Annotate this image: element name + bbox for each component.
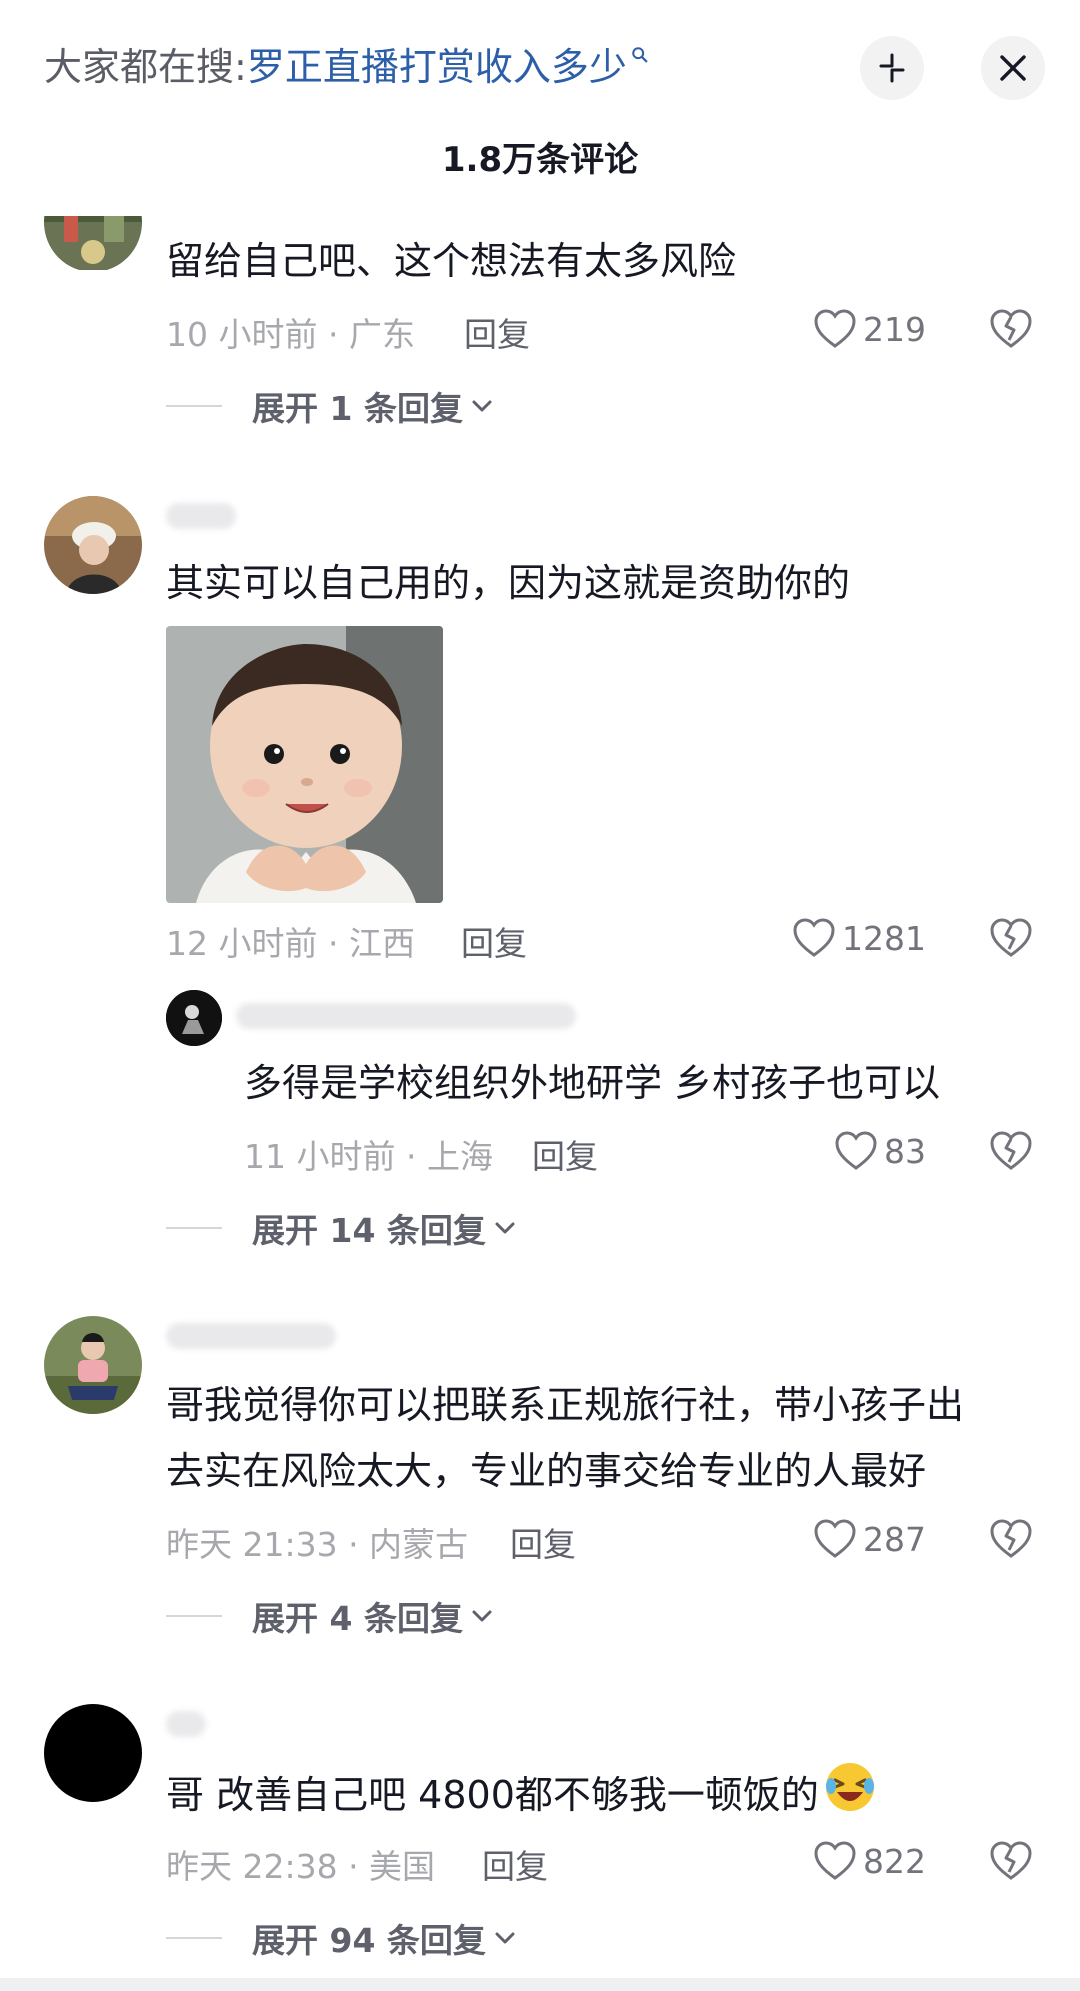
like-button[interactable]: 287 bbox=[780, 1514, 926, 1564]
like-button[interactable]: 83 bbox=[800, 1126, 926, 1176]
comment-text: 其实可以自己用的，因为这就是资助你的 bbox=[166, 561, 851, 605]
username[interactable] bbox=[166, 503, 236, 529]
heart-icon bbox=[835, 1131, 877, 1170]
chevron-down-icon bbox=[495, 1932, 515, 1944]
heart-icon bbox=[814, 1841, 856, 1880]
divider bbox=[166, 1615, 222, 1617]
comment-text: 哥 改善自己吧 4800都不够我一顿饭的 bbox=[166, 1760, 877, 1828]
chevron-down-icon bbox=[495, 1222, 515, 1234]
broken-heart-icon[interactable] bbox=[988, 915, 1034, 961]
avatar[interactable] bbox=[44, 496, 142, 594]
divider bbox=[166, 405, 222, 407]
avatar[interactable] bbox=[44, 1316, 142, 1414]
comment-text: 留给自己吧、这个想法有太多风险 bbox=[166, 239, 737, 283]
search-icon bbox=[632, 47, 648, 63]
like-button[interactable]: 822 bbox=[780, 1836, 926, 1886]
expand-label: 展开 4 条回复 bbox=[252, 1599, 463, 1638]
collapse-button[interactable] bbox=[860, 36, 924, 100]
username[interactable] bbox=[166, 1711, 206, 1737]
like-count: 1281 bbox=[842, 918, 926, 958]
username[interactable] bbox=[166, 1323, 336, 1349]
avatar-image bbox=[44, 1316, 142, 1414]
collapse-icon bbox=[879, 53, 905, 83]
comment-text: 哥我觉得你可以把联系正规旅行社，带小孩子出 bbox=[166, 1383, 965, 1427]
comment-meta: 昨天 21:33 · 内蒙古 bbox=[166, 1525, 469, 1564]
avatar[interactable] bbox=[166, 990, 222, 1046]
broken-heart-icon[interactable] bbox=[988, 1516, 1034, 1562]
search-prefix: 大家都在搜: bbox=[44, 45, 247, 89]
expand-label: 展开 1 条回复 bbox=[252, 389, 463, 428]
avatar-image bbox=[166, 990, 222, 1046]
expand-replies-button[interactable]: 展开 1 条回复 bbox=[166, 382, 493, 430]
expand-replies-button[interactable]: 展开 94 条回复 bbox=[166, 1914, 516, 1962]
heart-icon bbox=[814, 1519, 856, 1558]
like-count: 287 bbox=[863, 1519, 926, 1559]
broken-heart-icon[interactable] bbox=[988, 306, 1034, 352]
avatar-image bbox=[44, 496, 142, 594]
divider bbox=[166, 1227, 222, 1229]
search-term-link[interactable]: 罗正直播打赏收入多少 bbox=[247, 45, 627, 89]
comment-image[interactable] bbox=[166, 626, 443, 903]
reply-text: 多得是学校组织外地研学 乡村孩子也可以 bbox=[244, 1061, 941, 1105]
reply-button[interactable]: 回复 bbox=[461, 917, 527, 965]
laughing-emoji-icon bbox=[825, 1763, 874, 1811]
reply-button[interactable]: 回复 bbox=[482, 1840, 548, 1888]
broken-heart-icon[interactable] bbox=[988, 1838, 1034, 1884]
reply-button[interactable]: 回复 bbox=[510, 1518, 576, 1566]
chevron-down-icon bbox=[472, 400, 492, 412]
search-suggestion[interactable]: 大家都在搜:罗正直播打赏收入多少 bbox=[44, 42, 648, 92]
like-count: 822 bbox=[863, 1841, 926, 1881]
close-button[interactable] bbox=[981, 36, 1045, 100]
username[interactable] bbox=[236, 1003, 576, 1029]
baby-photo bbox=[166, 626, 443, 903]
like-count: 83 bbox=[884, 1131, 926, 1171]
comment-text-content: 哥 改善自己吧 4800都不够我一顿饭的 bbox=[166, 1773, 819, 1817]
reply-button[interactable]: 回复 bbox=[464, 308, 530, 356]
comment-text: 去实在风险太大，专业的事交给专业的人最好 bbox=[166, 1449, 927, 1493]
comment-count: 1.8万条评论 bbox=[441, 140, 639, 180]
close-icon bbox=[1000, 55, 1026, 81]
like-count: 219 bbox=[863, 309, 926, 349]
reply-meta: 11 小时前 · 上海 bbox=[244, 1137, 493, 1176]
reply-button[interactable]: 回复 bbox=[532, 1130, 598, 1178]
comment-meta: 10 小时前 · 广东 bbox=[166, 315, 415, 354]
heart-icon bbox=[814, 309, 856, 348]
bottom-edge bbox=[0, 1978, 1080, 1991]
expand-label: 展开 14 条回复 bbox=[252, 1211, 486, 1250]
expand-replies-button[interactable]: 展开 14 条回复 bbox=[166, 1204, 516, 1252]
comment-meta: 12 小时前 · 江西 bbox=[166, 924, 415, 963]
divider bbox=[166, 1937, 222, 1939]
comment-meta: 昨天 22:38 · 美国 bbox=[166, 1847, 436, 1886]
avatar[interactable] bbox=[44, 1704, 142, 1802]
heart-icon bbox=[793, 918, 835, 957]
comments-header: 大家都在搜:罗正直播打赏收入多少 1.8万条评论 bbox=[0, 0, 1080, 200]
like-button[interactable]: 219 bbox=[780, 304, 926, 354]
expand-replies-button[interactable]: 展开 4 条回复 bbox=[166, 1592, 493, 1640]
expand-label: 展开 94 条回复 bbox=[252, 1921, 486, 1960]
broken-heart-icon[interactable] bbox=[988, 1128, 1034, 1174]
chevron-down-icon bbox=[472, 1610, 492, 1622]
like-button[interactable]: 1281 bbox=[780, 913, 926, 963]
